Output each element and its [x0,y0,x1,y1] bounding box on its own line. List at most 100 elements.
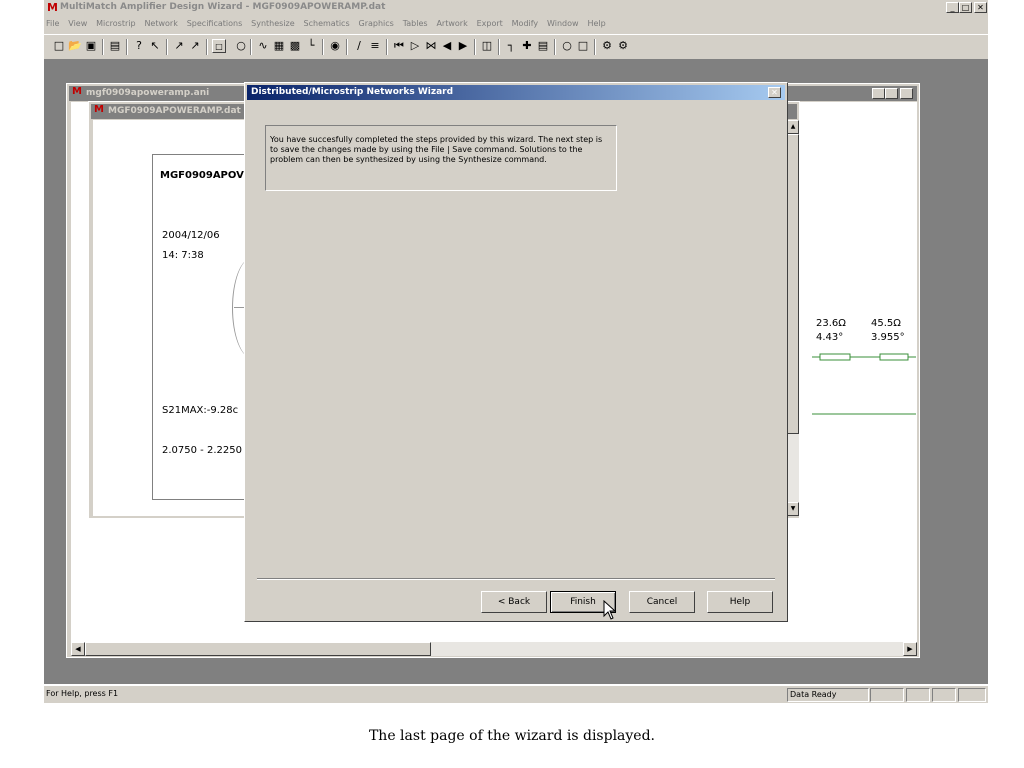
toolbar-separator [554,39,556,55]
open-icon[interactable]: 📂 [68,39,82,53]
menu-graphics[interactable]: Graphics [359,19,394,28]
scroll-right-button[interactable]: ▶ [903,642,917,656]
print-icon[interactable]: ▤ [108,39,122,53]
report-range: 2.0750 - 2.2250 [162,445,242,456]
document-window-title: MGF0909APOWERAMP.dat [108,106,241,116]
status-pane-3 [932,688,956,702]
line1-impedance: 23.6Ω [816,318,846,329]
animation-window-title: mgf0909apoweramp.ani [86,88,210,98]
window-maximize-button[interactable]: □ [885,88,898,99]
scroll-up-button[interactable]: ▲ [787,120,799,134]
first-icon[interactable]: ⏮ [392,39,406,53]
figure-caption: The last page of the wizard is displayed… [368,728,656,744]
window-minimize-button[interactable]: _ [872,88,885,99]
vertical-scrollbar[interactable]: ▲ ▼ [787,120,799,516]
menu-artwork[interactable]: Artwork [436,19,467,28]
menu-file[interactable]: File [46,19,59,28]
app-title: MultiMatch Amplifier Design Wizard - MGF… [60,2,386,12]
tool-k-icon[interactable]: ✚ [520,39,534,53]
scroll-thumb[interactable] [85,642,431,656]
back-button[interactable]: < Back [481,591,547,613]
tool-f-icon[interactable]: └ [304,39,318,53]
circle-icon[interactable]: ○ [234,39,248,53]
app-maximize-button[interactable]: □ [959,2,972,13]
help-button[interactable]: Help [707,591,773,613]
report-s21max: S21MAX:-9.28c [162,405,239,416]
window-close-button[interactable]: ✕ [900,88,913,99]
tool-j-icon[interactable]: ┐ [504,39,518,53]
vertical-scroll-thumb[interactable] [787,134,799,434]
target-icon[interactable]: ◉ [328,39,342,53]
tool-h-icon[interactable]: ≡ [368,39,382,53]
toolbar-separator [498,39,500,55]
toolbar-separator [206,39,208,55]
report-time: 14: 7:38 [162,250,204,261]
toolbar-separator [250,39,252,55]
report-title: MGF0909APOV [160,170,244,181]
menu-tables[interactable]: Tables [403,19,428,28]
tool-c-icon[interactable]: □ [212,39,226,53]
menu-modify[interactable]: Modify [512,19,539,28]
tool-p-icon[interactable]: ⚙ [616,39,630,53]
status-pane-4 [958,688,986,702]
tool-n-icon[interactable]: □ [576,39,590,53]
last-icon[interactable]: ▶ [456,39,470,53]
wizard-message: You have succesfully completed the steps… [270,135,603,164]
mouse-cursor-icon [603,600,617,620]
line1-length: 4.43° [816,332,844,343]
tool-o-icon[interactable]: ⚙ [600,39,614,53]
tool-l-icon[interactable]: ▤ [536,39,550,53]
menu-help[interactable]: Help [587,19,605,28]
new-icon[interactable]: □ [52,39,66,53]
wizard-dialog: Distributed/Microstrip Networks Wizard ✕… [244,82,788,622]
status-bar: For Help, press F1 Data Ready [44,685,988,703]
app-minimize-button[interactable]: _ [946,2,959,13]
toolbar-separator [386,39,388,55]
wizard-titlebar: Distributed/Microstrip Networks Wizard ✕ [247,85,785,100]
tool-a-icon[interactable]: ↗ [172,39,186,53]
scroll-down-button[interactable]: ▼ [787,502,799,516]
toolbar-separator [126,39,128,55]
scroll-left-button[interactable]: ◀ [71,642,85,656]
cancel-button[interactable]: Cancel [629,591,695,613]
prev-icon[interactable]: ◀ [440,39,454,53]
menu-synthesize[interactable]: Synthesize [251,19,295,28]
status-help-text: For Help, press F1 [46,689,119,698]
tool-g-icon[interactable]: ∕ [352,39,366,53]
document-logo-icon: M [94,104,104,115]
menu-schematics[interactable]: Schematics [304,19,350,28]
tool-m-icon[interactable]: ○ [560,39,574,53]
next-icon[interactable]: ⋈ [424,39,438,53]
line2-length: 3.955° [871,332,905,343]
tool-e-icon[interactable]: ▩ [288,39,302,53]
save-icon[interactable]: ▣ [84,39,98,53]
toolbar: □ 📂 ▣ ▤ ? ↖ ↗ ↗ □ ○ ∿ ▦ ▩ └ ◉ ∕ ≡ ⏮ ▷ ⋈ … [44,34,988,60]
help-icon[interactable]: ? [132,39,146,53]
wizard-divider [257,578,775,580]
window-logo-icon: M [72,86,82,97]
horizontal-scrollbar[interactable]: ◀ ▶ [71,642,917,656]
toolbar-separator [474,39,476,55]
wizard-close-button[interactable]: ✕ [768,87,781,98]
grid-icon[interactable]: ▦ [272,39,286,53]
menu-network[interactable]: Network [144,19,177,28]
app-titlebar: M MultiMatch Amplifier Design Wizard - M… [44,0,988,16]
app-logo-icon: M [47,1,58,14]
context-help-icon[interactable]: ↖ [148,39,162,53]
play-icon[interactable]: ▷ [408,39,422,53]
tool-d-icon[interactable]: ∿ [256,39,270,53]
menu-view[interactable]: View [68,19,87,28]
toolbar-separator [102,39,104,55]
tool-b-icon[interactable]: ↗ [188,39,202,53]
report-date: 2004/12/06 [162,230,220,241]
app-close-button[interactable]: ✕ [974,2,987,13]
schematic-lines [812,353,916,415]
menu-microstrip[interactable]: Microstrip [96,19,135,28]
menu-export[interactable]: Export [477,19,503,28]
menu-specifications[interactable]: Specifications [187,19,243,28]
menu-window[interactable]: Window [547,19,579,28]
tool-i-icon[interactable]: ◫ [480,39,494,53]
status-pane-1 [870,688,904,702]
line2-impedance: 45.5Ω [871,318,901,329]
menu-bar: File View Microstrip Network Specificati… [44,16,988,34]
